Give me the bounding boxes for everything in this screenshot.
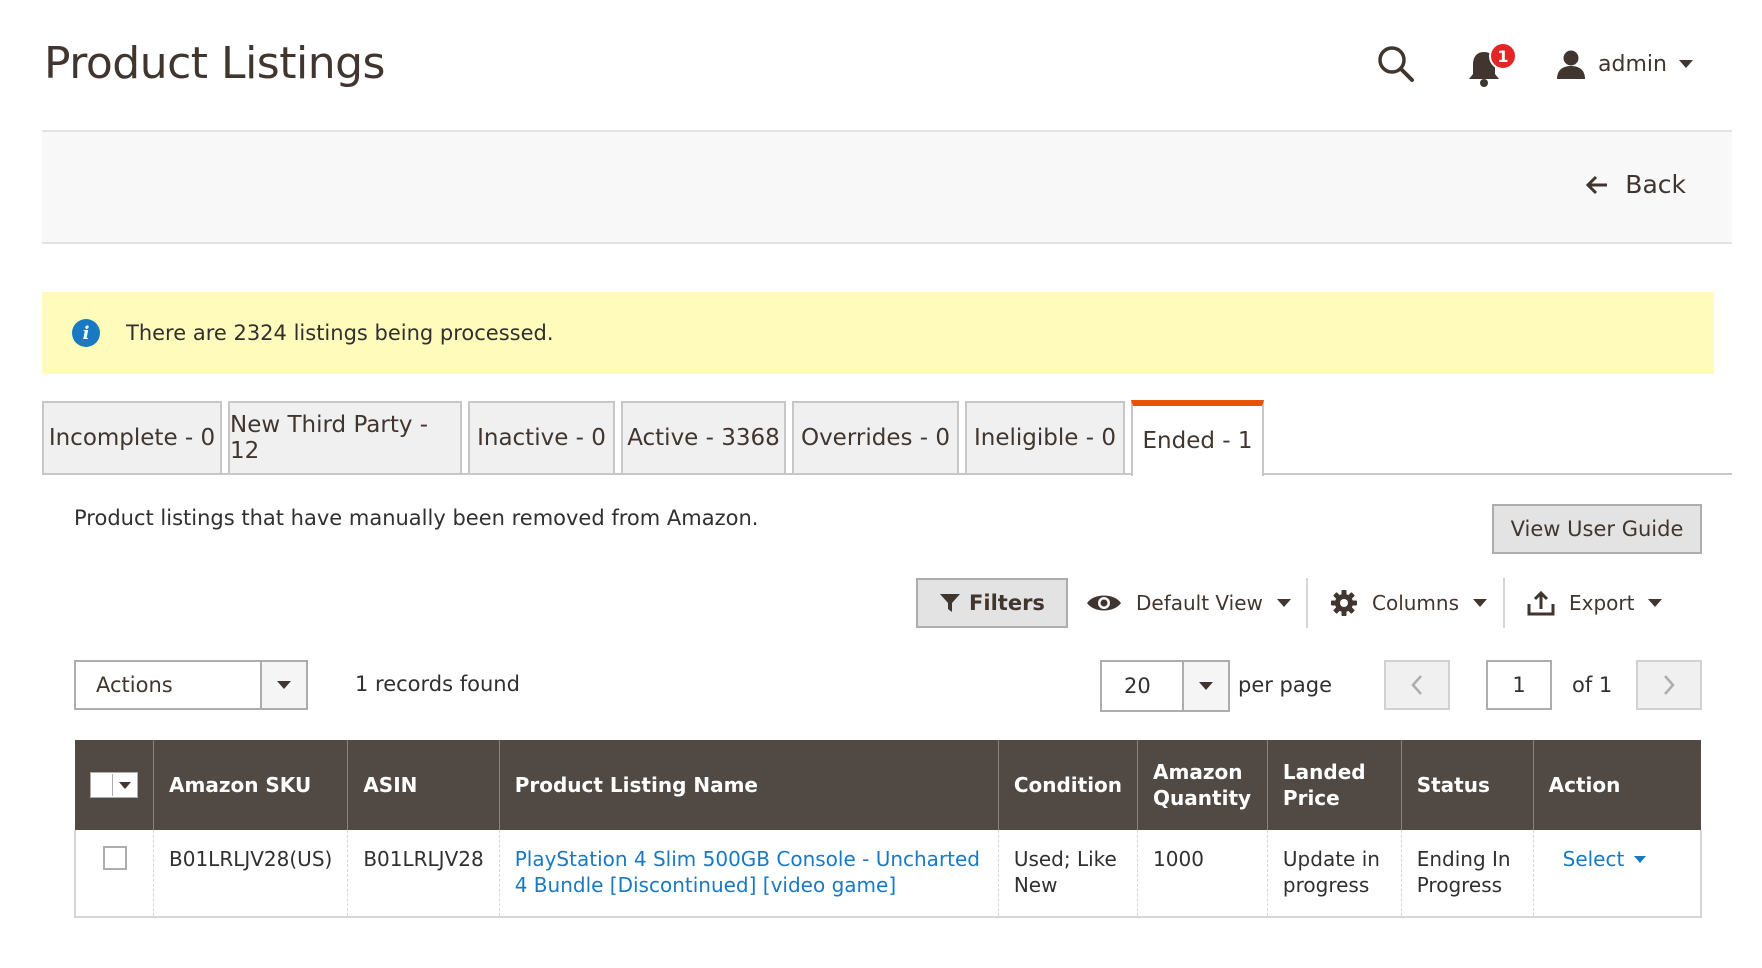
table-header-row: Amazon SKU ASIN Product Listing Name Con… (75, 740, 1701, 830)
tab-ended[interactable]: Ended - 1 (1131, 400, 1264, 476)
next-page-button[interactable] (1636, 660, 1702, 710)
search-button[interactable] (1376, 44, 1416, 84)
back-label: Back (1625, 170, 1686, 199)
view-label: Default View (1136, 591, 1263, 615)
arrow-left-icon (1586, 175, 1608, 194)
cell-action: Select (1532, 830, 1702, 918)
chevron-down-icon (1473, 599, 1488, 607)
chevron-left-icon (1411, 675, 1422, 695)
eye-icon (1087, 595, 1121, 611)
listing-tabs: Incomplete - 0 New Third Party - 12 Inac… (42, 400, 1732, 476)
chevron-down-icon (1634, 855, 1647, 863)
cell-asin: B01LRLJV28 (347, 830, 500, 918)
column-header-action: Action (1532, 740, 1701, 830)
user-menu[interactable]: admin (1556, 44, 1693, 84)
columns-selector[interactable]: Columns (1330, 578, 1488, 628)
per-page-value: 20 (1124, 674, 1151, 698)
mass-select-checkbox[interactable] (90, 772, 138, 798)
listings-table: Amazon SKU ASIN Product Listing Name Con… (74, 740, 1702, 918)
page-total: of 1 (1572, 673, 1613, 697)
product-name-link[interactable]: PlayStation 4 Slim 500GB Console - Uncha… (515, 847, 980, 897)
user-icon (1557, 50, 1585, 79)
cell-status: Ending In Progress (1400, 830, 1534, 918)
previous-page-button[interactable] (1384, 660, 1450, 710)
cell-price: Update in progress (1266, 830, 1402, 918)
per-page-dropdown[interactable]: 20 (1100, 660, 1230, 712)
chevron-down-icon (1648, 599, 1663, 607)
mass-select-header[interactable] (75, 740, 154, 830)
table-row: B01LRLJV28(US) B01LRLJV28 PlayStation 4 … (74, 830, 1702, 918)
row-action-label: Select (1562, 847, 1625, 871)
tab-active[interactable]: Active - 3368 (621, 401, 786, 473)
chevron-down-icon (277, 681, 291, 689)
info-message-text: There are 2324 listings being processed. (126, 321, 554, 345)
view-user-guide-button[interactable]: View User Guide (1492, 504, 1702, 554)
column-header-quantity[interactable]: Amazon Quantity (1137, 740, 1268, 830)
notification-count-badge: 1 (1489, 42, 1517, 70)
view-selector[interactable]: Default View (1086, 578, 1291, 628)
page-actions-bar: Back (42, 130, 1732, 244)
page-title: Product Listings (44, 38, 385, 89)
search-icon (1378, 46, 1414, 82)
cell-condition: Used; Like New (997, 830, 1138, 918)
info-message: i There are 2324 listings being processe… (42, 292, 1714, 374)
chevron-down-icon (119, 781, 131, 789)
dropdown-toggle[interactable] (260, 662, 306, 708)
column-header-price[interactable]: Landed Price (1266, 740, 1402, 830)
filters-button[interactable]: Filters (916, 578, 1068, 628)
tab-description: Product listings that have manually been… (74, 506, 759, 530)
divider (1306, 578, 1308, 628)
row-action-select[interactable]: Select (1549, 846, 1685, 872)
back-button[interactable]: Back (1585, 170, 1686, 199)
columns-label: Columns (1372, 591, 1460, 615)
page-number-input[interactable] (1486, 660, 1552, 710)
cell-sku: B01LRLJV28(US) (152, 830, 348, 918)
tab-ineligible[interactable]: Ineligible - 0 (965, 401, 1125, 473)
chevron-right-icon (1664, 675, 1675, 695)
column-header-name[interactable]: Product Listing Name (498, 740, 999, 830)
gear-icon (1331, 590, 1357, 616)
mass-actions-label: Actions (96, 673, 173, 697)
row-checkbox[interactable] (103, 846, 127, 870)
filters-label: Filters (969, 591, 1045, 615)
export-icon (1527, 590, 1555, 616)
cell-quantity: 1000 (1137, 830, 1268, 918)
column-header-sku[interactable]: Amazon SKU (152, 740, 348, 830)
export-label: Export (1569, 591, 1635, 615)
mass-actions-dropdown[interactable]: Actions (74, 660, 308, 710)
export-selector[interactable]: Export (1527, 578, 1663, 628)
column-header-status[interactable]: Status (1400, 740, 1534, 830)
records-found: 1 records found (355, 672, 520, 696)
chevron-down-icon (1678, 60, 1693, 68)
dropdown-toggle[interactable] (1182, 662, 1228, 710)
row-select-cell (74, 830, 154, 918)
tab-overrides[interactable]: Overrides - 0 (792, 401, 959, 473)
divider (1503, 578, 1505, 628)
per-page-label: per page (1238, 673, 1333, 697)
chevron-down-icon (1199, 682, 1213, 690)
tab-new-third-party[interactable]: New Third Party - 12 (228, 401, 462, 473)
column-header-condition[interactable]: Condition (997, 740, 1138, 830)
tab-inactive[interactable]: Inactive - 0 (468, 401, 615, 473)
filter-icon (940, 594, 961, 612)
info-icon: i (72, 319, 100, 347)
chevron-down-icon (1276, 599, 1291, 607)
cell-name: PlayStation 4 Slim 500GB Console - Uncha… (498, 830, 999, 918)
user-name: admin (1598, 51, 1667, 77)
tab-incomplete[interactable]: Incomplete - 0 (42, 401, 222, 473)
column-header-asin[interactable]: ASIN (347, 740, 500, 830)
